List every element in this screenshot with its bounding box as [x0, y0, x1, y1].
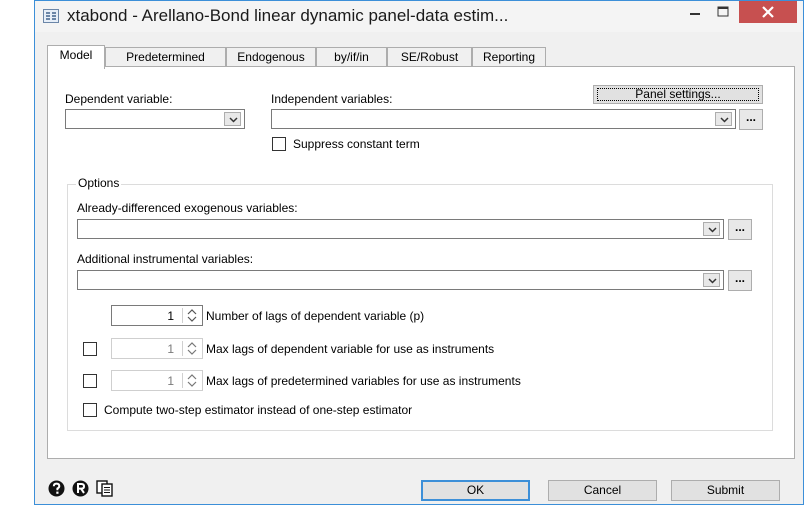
chevron-down-icon: [229, 117, 238, 123]
chevron-down-icon: [720, 117, 729, 123]
independent-variables-dropdown[interactable]: [715, 112, 732, 126]
additional-instruments-dropdown[interactable]: [703, 273, 720, 287]
suppress-constant-checkbox[interactable]: [272, 137, 286, 151]
two-step-checkbox[interactable]: [83, 403, 97, 417]
maxlags-predetermined-label: Max lags of predetermined variables for …: [206, 374, 521, 388]
dialog-app-icon: [43, 9, 59, 23]
minimize-icon: [690, 13, 700, 15]
dependent-variable-combo[interactable]: [65, 109, 245, 129]
panel-settings-button[interactable]: Panel settings...: [593, 85, 763, 104]
title-bar: xtabond - Arellano-Bond linear dynamic p…: [35, 1, 803, 32]
already-differenced-label: Already-differenced exogenous variables:: [77, 201, 298, 215]
independent-variables-label: Independent variables:: [271, 92, 393, 106]
reset-icon[interactable]: [72, 480, 89, 497]
lags-dependent-label: Number of lags of dependent variable (p): [206, 309, 425, 323]
tab-se-robust[interactable]: SE/Robust: [387, 47, 472, 68]
close-icon: [762, 6, 774, 18]
focus-outline: [597, 88, 759, 101]
minimize-button[interactable]: [681, 1, 709, 23]
tab-endogenous[interactable]: Endogenous: [226, 47, 316, 68]
maxlags-dependent-value: 1: [167, 342, 174, 356]
maxlags-predetermined-value: 1: [167, 374, 174, 388]
tab-predetermined[interactable]: Predetermined: [105, 47, 226, 68]
independent-variables-combo[interactable]: [271, 109, 736, 129]
maxlags-predetermined-spinner[interactable]: 1: [111, 370, 203, 391]
already-differenced-dropdown[interactable]: [703, 222, 720, 236]
spin-up-down-icon: [187, 374, 197, 387]
additional-instruments-combo[interactable]: [77, 270, 724, 290]
spinner-arrows[interactable]: [182, 341, 200, 356]
maxlags-dependent-spinner[interactable]: 1: [111, 338, 203, 359]
tab-reporting[interactable]: Reporting: [472, 47, 546, 68]
maxlags-dependent-label: Max lags of dependent variable for use a…: [206, 342, 495, 356]
maximize-icon: [717, 6, 729, 17]
cancel-button[interactable]: Cancel: [548, 480, 657, 501]
two-step-label: Compute two-step estimator instead of on…: [104, 403, 413, 417]
dependent-variable-dropdown[interactable]: [224, 112, 241, 126]
maxlags-dependent-checkbox[interactable]: [83, 342, 97, 356]
chevron-down-icon: [708, 278, 717, 284]
lags-dependent-spinner[interactable]: 1: [111, 305, 203, 326]
additional-instruments-label: Additional instrumental variables:: [77, 252, 254, 266]
window-title: xtabond - Arellano-Bond linear dynamic p…: [67, 6, 509, 25]
additional-instruments-ellipsis-button[interactable]: ...: [728, 270, 752, 291]
spin-up-down-icon: [187, 309, 197, 322]
chevron-down-icon: [708, 227, 717, 233]
spin-up-down-icon: [187, 342, 197, 355]
independent-variables-ellipsis-button[interactable]: ...: [739, 109, 763, 130]
spinner-arrows[interactable]: [182, 373, 200, 388]
spinner-arrows[interactable]: [182, 308, 200, 323]
tab-model[interactable]: Model: [47, 45, 105, 69]
submit-button[interactable]: Submit: [671, 480, 780, 501]
lags-dependent-value: 1: [167, 309, 174, 323]
tab-by-if-in[interactable]: by/if/in: [316, 47, 387, 68]
close-button[interactable]: [739, 1, 797, 23]
model-tab-panel: Dependent variable: Independent variable…: [47, 66, 795, 459]
already-differenced-ellipsis-button[interactable]: ...: [728, 219, 752, 240]
help-icon[interactable]: [48, 480, 65, 497]
maxlags-predetermined-checkbox[interactable]: [83, 374, 97, 388]
ok-button[interactable]: OK: [421, 480, 530, 501]
dialog-window: xtabond - Arellano-Bond linear dynamic p…: [34, 0, 804, 505]
suppress-constant-label: Suppress constant term: [293, 137, 420, 151]
already-differenced-combo[interactable]: [77, 219, 724, 239]
copy-command-icon[interactable]: [96, 480, 114, 497]
maximize-button[interactable]: [709, 1, 737, 23]
dependent-variable-label: Dependent variable:: [65, 92, 173, 106]
options-group-title: Options: [76, 176, 122, 190]
